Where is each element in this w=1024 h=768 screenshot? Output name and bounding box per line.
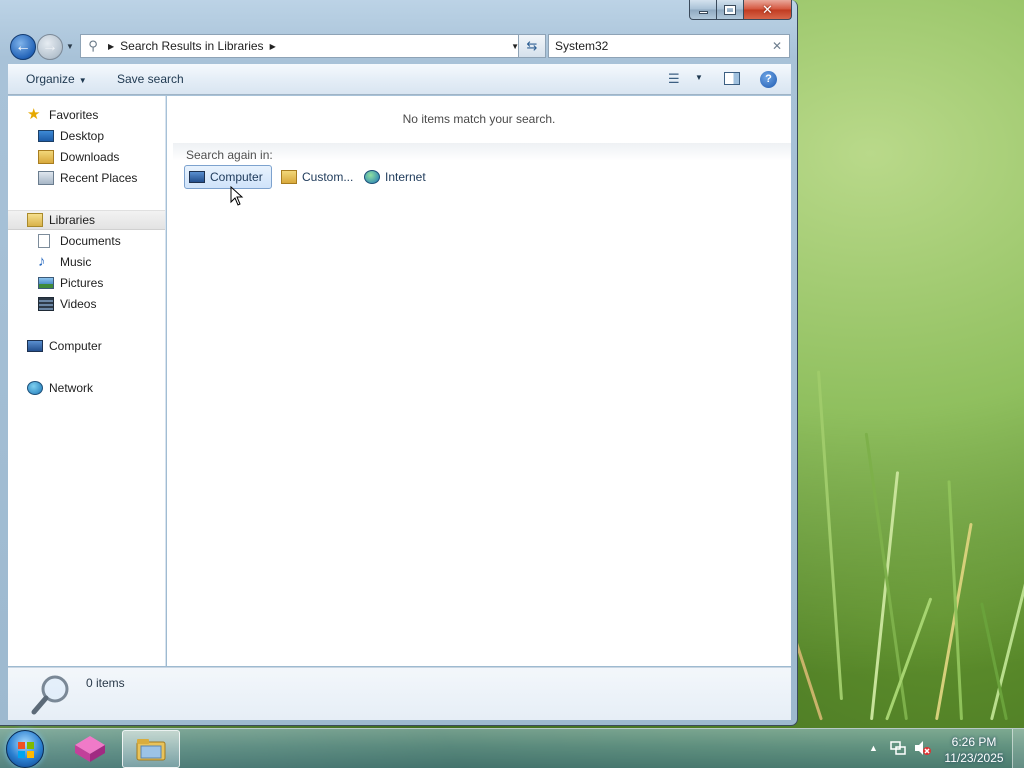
preview-pane-icon[interactable] xyxy=(724,72,740,85)
start-button[interactable] xyxy=(6,730,44,768)
taskbar: ▲ 6:26 PM 11/23/2025 xyxy=(0,728,1024,768)
videos-film-icon xyxy=(38,297,54,311)
documents-icon xyxy=(38,234,50,248)
recent-pages-dropdown[interactable]: ▼ xyxy=(66,42,74,51)
sidebar-item-label: Videos xyxy=(60,297,97,311)
refresh-icon: ⇆ xyxy=(526,38,538,53)
taskbar-windows-explorer[interactable] xyxy=(122,730,180,768)
sidebar-item-documents[interactable]: Documents xyxy=(8,231,165,251)
back-arrow-icon: ← xyxy=(15,38,31,55)
sidebar-item-label: Pictures xyxy=(60,276,104,290)
back-button[interactable]: ← xyxy=(10,34,36,60)
breadcrumb-separator-icon[interactable]: ▶ xyxy=(108,42,114,51)
sidebar-item-label: Music xyxy=(60,255,92,269)
search-again-option-label: Internet xyxy=(385,170,426,184)
search-box[interactable]: ✕ xyxy=(548,34,790,58)
minimize-button[interactable] xyxy=(689,0,717,20)
search-again-option-label: Computer xyxy=(210,170,263,184)
maximize-button[interactable] xyxy=(717,0,744,20)
downloads-folder-icon xyxy=(38,150,54,164)
breadcrumb-separator-icon[interactable]: ▶ xyxy=(270,42,276,51)
show-desktop-button[interactable] xyxy=(1012,729,1024,768)
address-bar[interactable]: ⚲ ▶ Search Results in Libraries ▶ ▼ xyxy=(80,34,526,58)
custom-folder-icon xyxy=(281,170,297,184)
computer-icon xyxy=(189,171,205,183)
internet-globe-icon xyxy=(364,170,380,184)
search-input[interactable] xyxy=(555,39,755,53)
sidebar-item-pictures[interactable]: Pictures xyxy=(8,273,165,293)
search-icon: ⚲ xyxy=(88,38,98,53)
clear-search-icon[interactable]: ✕ xyxy=(772,39,782,53)
refresh-button[interactable]: ⇆ xyxy=(518,34,546,58)
folder-icon xyxy=(136,739,166,761)
sidebar-item-downloads[interactable]: Downloads xyxy=(8,147,165,167)
computer-icon xyxy=(27,340,43,352)
forward-button[interactable]: → xyxy=(37,34,63,60)
minimize-icon xyxy=(698,11,708,14)
clock-time: 6:26 PM xyxy=(951,735,997,749)
search-again-computer-button[interactable]: Computer xyxy=(184,165,272,189)
system-clock[interactable]: 6:26 PM 11/23/2025 xyxy=(938,734,1010,766)
recent-places-icon xyxy=(38,171,54,185)
close-button[interactable]: ✕ xyxy=(744,0,792,20)
music-note-icon: ♪ xyxy=(38,253,46,270)
chevron-down-icon: ▼ xyxy=(78,76,87,85)
forward-arrow-icon: → xyxy=(42,38,58,55)
sidebar-item-label: Network xyxy=(49,381,94,395)
sidebar-item-desktop[interactable]: Desktop xyxy=(8,126,165,146)
search-again-internet-button[interactable]: Internet xyxy=(360,165,432,189)
libraries-icon xyxy=(27,213,43,227)
explorer-window: ✕ ← → ▼ ⚲ ▶ Search Results in Libraries … xyxy=(0,0,798,726)
close-icon: ✕ xyxy=(762,2,773,17)
navigation-bar: ← → ▼ ⚲ ▶ Search Results in Libraries ▶ … xyxy=(8,32,790,60)
change-view-icon[interactable]: ☰ xyxy=(668,71,680,87)
organize-label: Organize xyxy=(26,72,75,86)
network-tray-icon[interactable] xyxy=(890,741,906,755)
cube-app-icon xyxy=(75,736,105,762)
organize-menu-button[interactable]: Organize ▼ xyxy=(26,72,87,86)
item-count: 0 items xyxy=(86,676,125,690)
details-pane: 0 items xyxy=(8,667,791,720)
breadcrumb-search-results[interactable]: Search Results in Libraries xyxy=(120,39,263,53)
sidebar-item-videos[interactable]: Videos xyxy=(8,294,165,314)
more-options-chevron-icon[interactable]: ▼ xyxy=(695,73,703,82)
sidebar-item-label: Desktop xyxy=(60,129,105,143)
save-search-button[interactable]: Save search xyxy=(117,72,184,86)
sidebar-item-network[interactable]: Network xyxy=(8,378,165,398)
sidebar-item-label: Libraries xyxy=(49,213,96,227)
sidebar-item-label: Recent Places xyxy=(60,171,138,185)
windows-logo-icon xyxy=(18,742,34,758)
sidebar-item-label: Computer xyxy=(49,339,102,353)
search-again-custom-button[interactable]: Custom... xyxy=(277,165,359,189)
sidebar-item-computer[interactable]: Computer xyxy=(8,336,165,356)
desktop-icon xyxy=(38,130,54,142)
taskbar-app-pinned[interactable] xyxy=(62,729,118,768)
show-hidden-icons-button[interactable]: ▲ xyxy=(869,743,878,753)
sidebar-item-label: Favorites xyxy=(49,108,99,122)
star-icon: ★ xyxy=(27,106,41,123)
clock-date: 11/23/2025 xyxy=(944,751,1004,765)
sidebar-item-favorites[interactable]: ★ Favorites xyxy=(8,105,165,125)
search-again-label: Search again in: xyxy=(186,148,273,162)
empty-results-message: No items match your search. xyxy=(402,112,556,126)
sidebar-item-recent-places[interactable]: Recent Places xyxy=(8,168,165,188)
network-globe-icon xyxy=(27,381,43,395)
caption-buttons: ✕ xyxy=(689,0,792,20)
magnifier-icon xyxy=(31,675,69,715)
sidebar-item-music[interactable]: ♪ Music xyxy=(8,252,165,272)
search-again-option-label: Custom... xyxy=(302,170,354,184)
sidebar-item-label: Documents xyxy=(60,234,121,248)
pictures-icon xyxy=(38,277,54,289)
maximize-icon xyxy=(724,4,736,15)
sidebar-item-label: Downloads xyxy=(60,150,120,164)
mouse-cursor-icon xyxy=(230,186,244,206)
file-list-area[interactable]: No items match your search. Search again… xyxy=(167,96,791,666)
help-icon[interactable]: ? xyxy=(760,71,777,88)
command-bar: Organize ▼ Save search ☰ ▼ ? xyxy=(8,64,791,95)
sidebar-item-libraries[interactable]: Libraries xyxy=(8,210,165,230)
navigation-pane: ★ Favorites Desktop Downloads Recent Pla… xyxy=(8,96,166,666)
volume-muted-icon[interactable] xyxy=(914,740,932,756)
